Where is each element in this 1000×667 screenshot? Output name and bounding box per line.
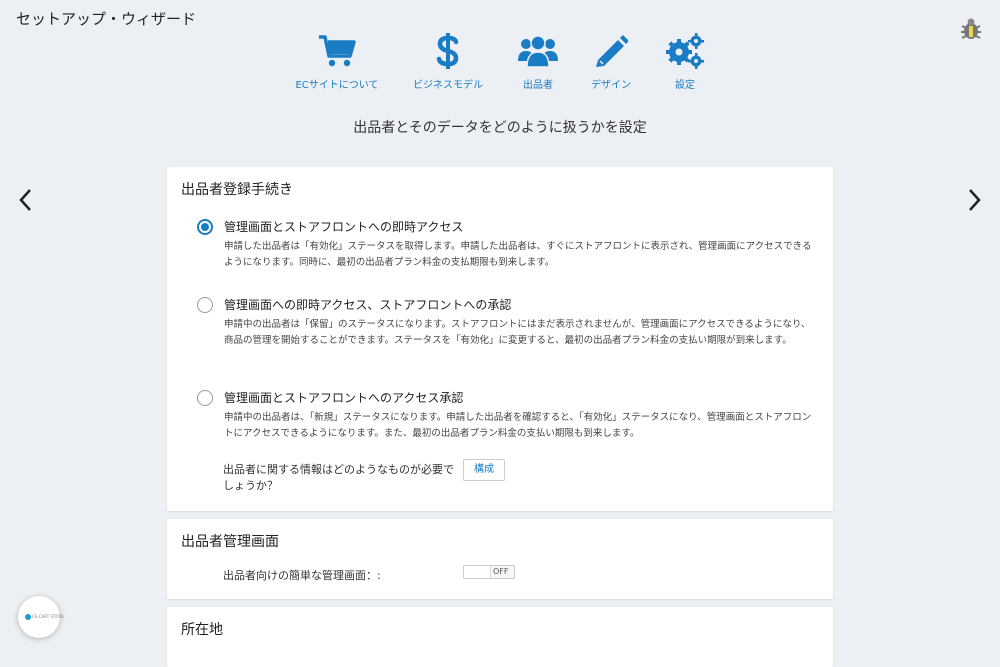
option-description: 申請中の出品者は、「新規」ステータスになります。申請した出品者を確認すると、「有… (224, 412, 812, 439)
widget-label: CS-CART STORE (32, 614, 64, 619)
step-label: ECサイトについて (295, 80, 379, 91)
option-description: 申請中の出品者は「保留」のステータスになります。ストアフロントにはまだ表示されま… (224, 319, 811, 346)
toggle-state: OFF (493, 567, 509, 576)
step-business-model[interactable]: ビジネスモデル (398, 32, 498, 91)
registration-card: 出品者登録手続き 管理画面とストアフロントへの即時アクセス 申請した出品者は「有… (167, 167, 833, 511)
configure-button[interactable]: 構成 (463, 459, 505, 481)
card-title: 出品者管理画面 (181, 534, 279, 550)
toggle-knob (464, 566, 491, 578)
widget-logo-icon (25, 614, 31, 620)
step-settings[interactable]: 設定 (635, 32, 735, 91)
simple-admin-toggle[interactable]: OFF (463, 565, 515, 579)
simple-admin-label: 出品者向けの簡単な管理画面：: (223, 569, 381, 582)
card-title: 出品者登録手続き (181, 182, 293, 198)
gears-icon (635, 32, 735, 70)
page-subtitle: 出品者とそのデータをどのように扱うかを設定 (353, 120, 647, 136)
prev-arrow-icon[interactable] (14, 186, 38, 214)
wizard-title: セットアップ・ウィザード (16, 10, 197, 28)
radio-admin-access-storefront-approval[interactable] (197, 297, 213, 313)
location-card: 所在地 (167, 607, 833, 667)
dollar-icon (398, 32, 498, 70)
vendor-info-question: 出品者に関する情報はどのようなものが必要でしょうか？ (223, 463, 454, 492)
vendor-admin-panel-card: 出品者管理画面 出品者向けの簡単な管理画面：: OFF (167, 519, 833, 599)
step-label: 設定 (675, 80, 695, 91)
step-label: ビジネスモデル (413, 80, 483, 91)
wizard-steps: ECサイトについて ビジネスモデル 出品者 デザイン 設定 (0, 32, 1000, 92)
card-title: 所在地 (181, 622, 223, 638)
radio-instant-access[interactable] (197, 219, 213, 235)
store-widget-button[interactable]: CS-CART STORE (18, 596, 64, 638)
shopping-cart-icon (287, 32, 387, 70)
option-description: 申請した出品者は「有効化」ステータスを取得します。申請した出品者は、すぐにストア… (224, 241, 812, 268)
next-arrow-icon[interactable] (962, 186, 986, 214)
option-title: 管理画面とストアフロントへの即時アクセス (224, 220, 464, 234)
option-title: 管理画面とストアフロントへのアクセス承認 (224, 391, 464, 405)
option-title: 管理画面への即時アクセス、ストアフロントへの承認 (224, 298, 512, 312)
step-ec-site[interactable]: ECサイトについて (287, 32, 387, 91)
radio-access-approval[interactable] (197, 390, 213, 406)
